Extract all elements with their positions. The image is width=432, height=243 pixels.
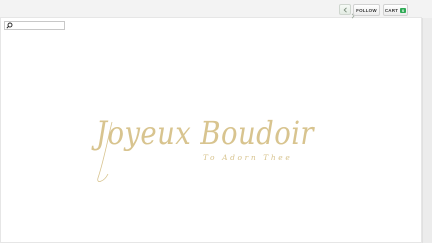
cart-count-badge: 0: [400, 7, 407, 13]
logo-title: Joyeux Boudoir: [91, 114, 315, 152]
follow-button-label: FOLLOW: [356, 7, 377, 13]
search-box[interactable]: [4, 21, 65, 30]
follow-button[interactable]: FOLLOW: [353, 4, 380, 16]
brand-logo: Joyeux Boudoir To Adorn Thee: [91, 114, 315, 182]
vertical-scrollbar[interactable]: [422, 18, 432, 243]
chevron-left-icon: [343, 6, 348, 13]
logo-tagline: To Adorn Thee: [203, 153, 292, 162]
cart-button[interactable]: CART 0: [383, 4, 408, 16]
search-input[interactable]: [14, 22, 64, 29]
back-nav-button[interactable]: [339, 4, 351, 15]
search-icon[interactable]: [6, 22, 13, 29]
cart-button-label: CART: [384, 7, 399, 13]
